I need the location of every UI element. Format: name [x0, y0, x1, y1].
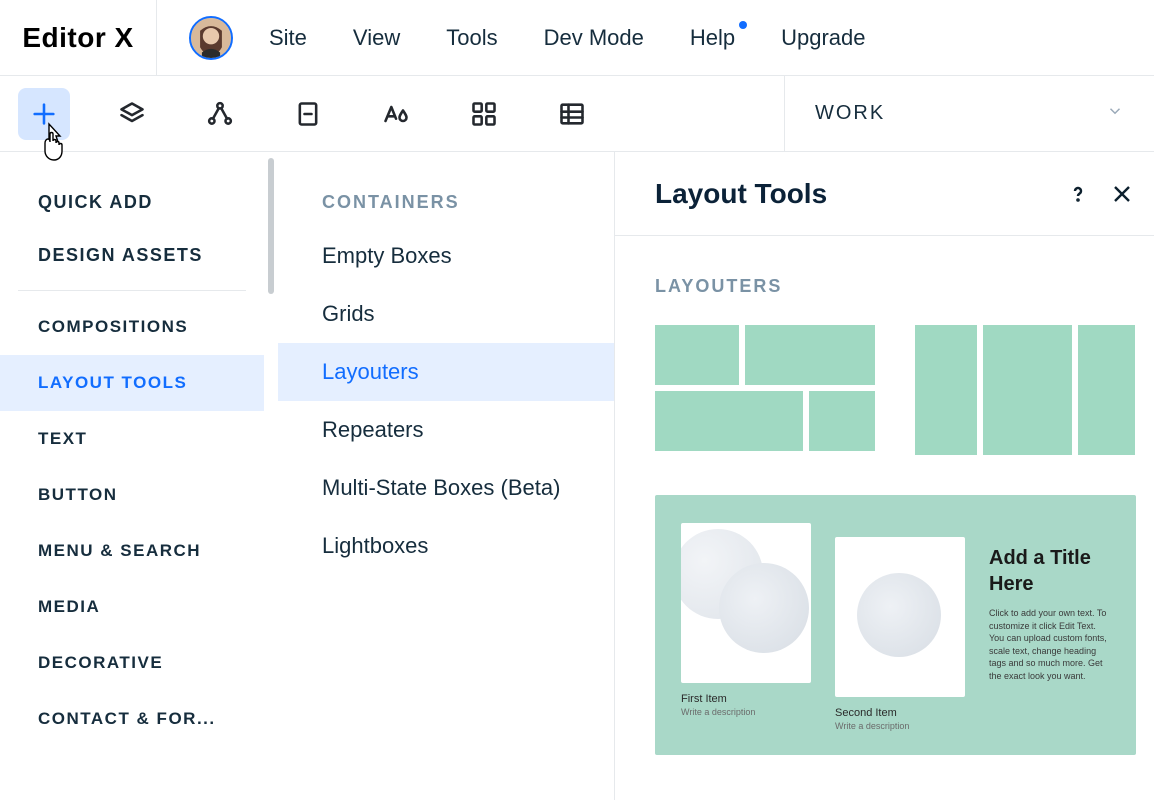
- category-text[interactable]: TEXT: [0, 411, 264, 467]
- brand-logo[interactable]: Editor X: [0, 0, 157, 76]
- brand-text: Editor X: [22, 22, 133, 54]
- preset-two-row[interactable]: [655, 325, 875, 457]
- detail-panel: Layout Tools LAYOUTERS: [614, 152, 1154, 800]
- menu-dev-mode[interactable]: Dev Mode: [544, 25, 644, 51]
- categories-list: COMPOSITIONS LAYOUT TOOLS TEXT BUTTON ME…: [0, 299, 264, 747]
- category-contact-form[interactable]: CONTACT & FOR...: [0, 691, 264, 747]
- category-button[interactable]: BUTTON: [0, 467, 264, 523]
- detail-title: Layout Tools: [655, 178, 827, 210]
- sub-lightboxes[interactable]: Lightboxes: [278, 517, 614, 575]
- workspace: QUICK ADD DESIGN ASSETS COMPOSITIONS LAY…: [0, 152, 1154, 800]
- plus-icon: [30, 100, 58, 128]
- menu-tools[interactable]: Tools: [446, 25, 497, 51]
- detail-header: Layout Tools: [615, 152, 1154, 236]
- avatar-image: [191, 18, 231, 58]
- containers-heading: CONTAINERS: [278, 192, 614, 227]
- menu-site[interactable]: Site: [269, 25, 307, 51]
- category-decorative[interactable]: DECORATIVE: [0, 635, 264, 691]
- subcategories-panel: CONTAINERS Empty Boxes Grids Layouters R…: [278, 152, 614, 800]
- layout-presets-row: [655, 325, 1136, 457]
- top-menus: Site View Tools Dev Mode Help Upgrade: [269, 25, 866, 51]
- apps-button[interactable]: [458, 88, 510, 140]
- sub-multi-state[interactable]: Multi-State Boxes (Beta): [278, 459, 614, 517]
- menu-view[interactable]: View: [353, 25, 400, 51]
- showcase-preset[interactable]: First Item Write a description Second It…: [655, 495, 1136, 755]
- category-compositions[interactable]: COMPOSITIONS: [0, 299, 264, 355]
- sub-repeaters[interactable]: Repeaters: [278, 401, 614, 459]
- layers-button[interactable]: [106, 88, 158, 140]
- first-item-desc: Write a description: [681, 707, 811, 717]
- detail-actions: [1066, 182, 1134, 206]
- quick-add-heading[interactable]: QUICK ADD: [18, 176, 246, 229]
- close-icon[interactable]: [1110, 182, 1134, 206]
- category-media[interactable]: MEDIA: [0, 579, 264, 635]
- toolbar-icons: [0, 88, 598, 140]
- showcase-desc: Click to add your own text. To customize…: [989, 607, 1109, 683]
- categories-panel: QUICK ADD DESIGN ASSETS COMPOSITIONS LAY…: [0, 152, 264, 800]
- category-layout-tools[interactable]: LAYOUT TOOLS: [0, 355, 264, 411]
- add-elements-button[interactable]: [18, 88, 70, 140]
- chevron-down-icon: [1106, 102, 1124, 125]
- avatar[interactable]: [189, 16, 233, 60]
- showcase-card-1: First Item Write a description: [681, 523, 811, 717]
- page-dropdown-label: WORK: [815, 102, 885, 125]
- content-manager-button[interactable]: [546, 88, 598, 140]
- first-item-title: First Item: [681, 693, 811, 705]
- showcase-title: Add a Title Here: [989, 545, 1110, 597]
- pages-button[interactable]: [282, 88, 334, 140]
- panel-scrollbar[interactable]: [264, 152, 278, 800]
- layouters-subheading: LAYOUTERS: [655, 276, 1136, 297]
- preset-three-col[interactable]: [915, 325, 1135, 457]
- scrollbar-thumb[interactable]: [268, 158, 274, 294]
- share-nodes-icon: [206, 100, 234, 128]
- layers-icon: [118, 100, 146, 128]
- help-icon[interactable]: [1066, 182, 1090, 206]
- text-drop-icon: [382, 100, 410, 128]
- detail-body: LAYOUTERS First Item Write a description: [615, 236, 1154, 755]
- second-item-desc: Write a description: [835, 721, 965, 731]
- theme-button[interactable]: [370, 88, 422, 140]
- page-icon: [294, 100, 322, 128]
- masters-button[interactable]: [194, 88, 246, 140]
- sub-grids[interactable]: Grids: [278, 285, 614, 343]
- category-menu-search[interactable]: MENU & SEARCH: [0, 523, 264, 579]
- panel-divider: [18, 290, 246, 291]
- sub-empty-boxes[interactable]: Empty Boxes: [278, 227, 614, 285]
- showcase-card-2: Second Item Write a description: [835, 537, 965, 731]
- menu-upgrade[interactable]: Upgrade: [781, 25, 865, 51]
- menu-help[interactable]: Help: [690, 25, 735, 51]
- top-bar: Editor X Site View Tools Dev Mode Help U…: [0, 0, 1154, 76]
- design-assets-heading[interactable]: DESIGN ASSETS: [18, 229, 246, 282]
- showcase-text-block: Add a Title Here Click to add your own t…: [989, 545, 1110, 683]
- second-item-title: Second Item: [835, 707, 965, 719]
- table-icon: [558, 100, 586, 128]
- toolbar: WORK: [0, 76, 1154, 152]
- page-dropdown[interactable]: WORK: [784, 76, 1154, 152]
- grid-squares-icon: [470, 100, 498, 128]
- sub-layouters[interactable]: Layouters: [278, 343, 614, 401]
